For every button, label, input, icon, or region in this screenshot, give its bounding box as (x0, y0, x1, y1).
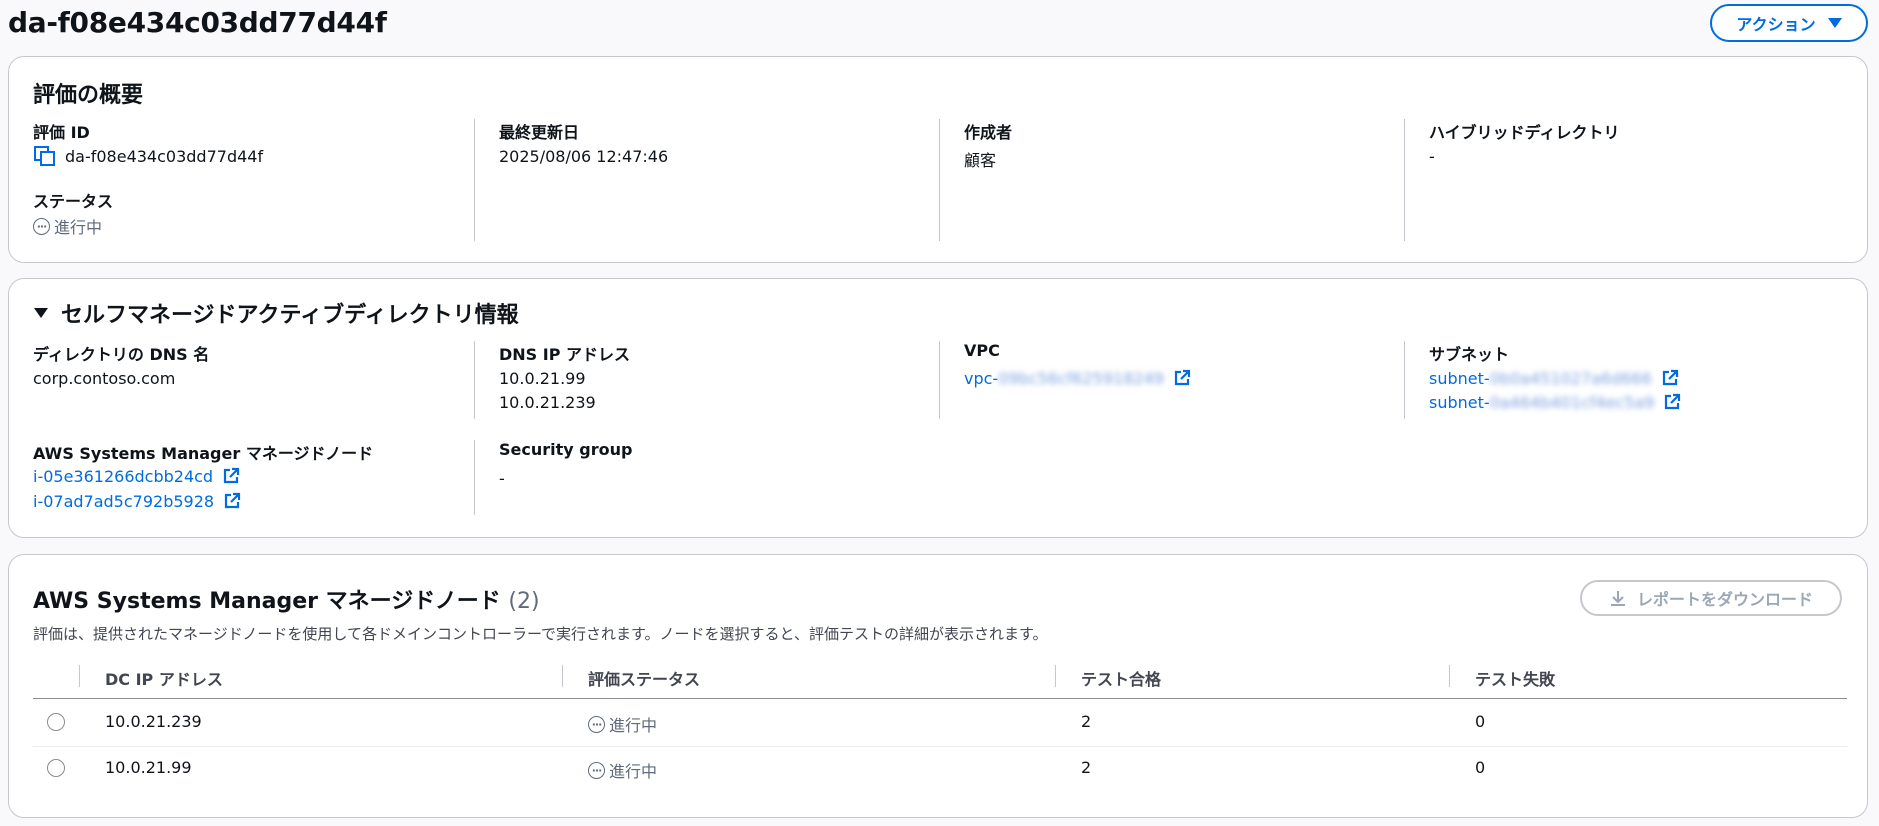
creator-label: 作成者 (964, 123, 1013, 142)
actions-dropdown-button[interactable]: アクション (1710, 4, 1868, 42)
column-header-status[interactable]: 評価ステータス (588, 666, 700, 690)
nodes-title: AWS Systems Manager マネージドノード (33, 589, 501, 614)
subnet-prefix[interactable]: subnet- (1429, 393, 1490, 412)
vpc-label: VPC (964, 341, 1000, 360)
dc-ip-cell: 10.0.21.99 (105, 758, 192, 777)
actions-label: アクション (1736, 15, 1816, 34)
ssm-node-link[interactable]: i-07ad7ad5c792b5928 (33, 492, 241, 511)
divider (1404, 341, 1405, 419)
dns-ip-value: 10.0.21.99 (499, 369, 586, 388)
assessment-id-text: da-f08e434c03dd77d44f (65, 146, 264, 166)
external-link-icon (1174, 369, 1191, 386)
hybrid-directory-label: ハイブリッドディレクトリ (1429, 123, 1620, 142)
divider (939, 119, 940, 241)
subnet-label: サブネット (1429, 345, 1510, 364)
column-header-dc-ip[interactable]: DC IP アドレス (105, 666, 223, 690)
failed-cell: 0 (1475, 758, 1486, 777)
dns-ip-value: 10.0.21.239 (499, 393, 596, 412)
directory-section-toggle[interactable]: セルフマネージドアクティブディレクトリ情報 (33, 297, 519, 329)
ssm-node-link[interactable]: i-05e361266dcbb24cd (33, 467, 240, 486)
table-row[interactable]: 10.0.21.99 ··· 進行中 2 0 (33, 747, 1847, 794)
security-group-value: - (499, 469, 505, 488)
column-divider (79, 665, 80, 687)
passed-cell: 2 (1081, 712, 1092, 731)
summary-title: 評価の概要 (33, 83, 144, 108)
directory-title: セルフマネージドアクティブディレクトリ情報 (61, 303, 519, 328)
row-select-radio[interactable] (47, 713, 65, 731)
nodes-count: (2) (508, 589, 540, 614)
dc-ip-cell: 10.0.21.239 (105, 712, 202, 731)
dns-name-label: ディレクトリの DNS 名 (33, 345, 210, 364)
status-text: 進行中 (609, 716, 658, 735)
nodes-description: 評価は、提供されたマネージドノードを使用して各ドメインコントローラーで実行されま… (33, 625, 1048, 643)
ssm-node-id[interactable]: i-07ad7ad5c792b5928 (33, 492, 214, 511)
dns-ip-label: DNS IP アドレス (499, 345, 631, 364)
row-select-radio[interactable] (47, 759, 65, 777)
nodes-title-row: AWS Systems Manager マネージドノード (2) (33, 583, 540, 615)
creator-value: 顧客 (964, 151, 997, 170)
vpc-id-redacted[interactable]: 09bc56cf625918249 (998, 369, 1164, 388)
column-header-failed[interactable]: テスト失敗 (1475, 666, 1555, 690)
divider (474, 119, 475, 241)
status-text: 進行中 (54, 218, 103, 237)
external-link-icon (225, 492, 241, 509)
divider (939, 341, 940, 419)
subnet-link[interactable]: subnet-0b0a451027a6d666 (1429, 369, 1679, 388)
dns-name-value: corp.contoso.com (33, 369, 176, 388)
status-text: 進行中 (609, 762, 658, 781)
ssm-node-id[interactable]: i-05e361266dcbb24cd (33, 467, 213, 486)
subnet-link[interactable]: subnet-0a464b401cf4ec5a9 (1429, 393, 1681, 412)
ssm-nodes-label: AWS Systems Manager マネージドノード (33, 444, 374, 463)
external-link-icon (1662, 369, 1678, 386)
caret-down-icon (1827, 18, 1842, 28)
column-divider (562, 665, 563, 687)
in-progress-icon: ··· (588, 761, 605, 779)
assessment-id-value: da-f08e434c03dd77d44f (33, 145, 263, 167)
in-progress-icon: ··· (588, 715, 605, 733)
security-group-label: Security group (499, 440, 633, 459)
vpc-link[interactable]: vpc-09bc56cf625918249 (964, 369, 1191, 388)
column-divider (1449, 665, 1450, 687)
last-updated-value: 2025/08/06 12:47:46 (499, 147, 669, 166)
assessment-summary-panel: 評価の概要 評価 ID da-f08e434c03dd77d44f ステータス … (8, 56, 1868, 263)
vpc-prefix[interactable]: vpc- (964, 369, 998, 388)
status-cell: ··· 進行中 (588, 712, 657, 736)
download-icon (1610, 591, 1625, 606)
directory-info-panel: セルフマネージドアクティブディレクトリ情報 ディレクトリの DNS 名 corp… (8, 278, 1868, 538)
status-label: ステータス (33, 192, 114, 211)
copy-icon[interactable] (33, 145, 57, 167)
subnet-id-redacted[interactable]: 0a464b401cf4ec5a9 (1490, 393, 1655, 412)
divider (474, 440, 475, 515)
table-row[interactable]: 10.0.21.239 ··· 進行中 2 0 (33, 699, 1847, 746)
page-title: da-f08e434c03dd77d44f (8, 6, 387, 39)
subnet-prefix[interactable]: subnet- (1429, 369, 1490, 388)
divider (1404, 119, 1405, 241)
column-header-passed[interactable]: テスト合格 (1081, 666, 1161, 690)
external-link-icon (224, 467, 240, 484)
in-progress-icon: ··· (33, 217, 50, 235)
assessment-id-label: 評価 ID (33, 123, 90, 142)
status-cell: ··· 進行中 (588, 758, 657, 782)
passed-cell: 2 (1081, 758, 1092, 777)
column-divider (1055, 665, 1056, 687)
last-updated-label: 最終更新日 (499, 123, 580, 142)
hybrid-directory-value: - (1429, 147, 1435, 166)
failed-cell: 0 (1475, 712, 1486, 731)
status-value: ··· 進行中 (33, 214, 102, 238)
external-link-icon (1665, 393, 1681, 410)
divider (474, 341, 475, 419)
download-report-button[interactable]: レポートをダウンロード (1580, 580, 1842, 616)
subnet-id-redacted[interactable]: 0b0a451027a6d666 (1490, 369, 1652, 388)
download-report-label: レポートをダウンロード (1636, 590, 1813, 609)
caret-down-icon (34, 308, 48, 318)
